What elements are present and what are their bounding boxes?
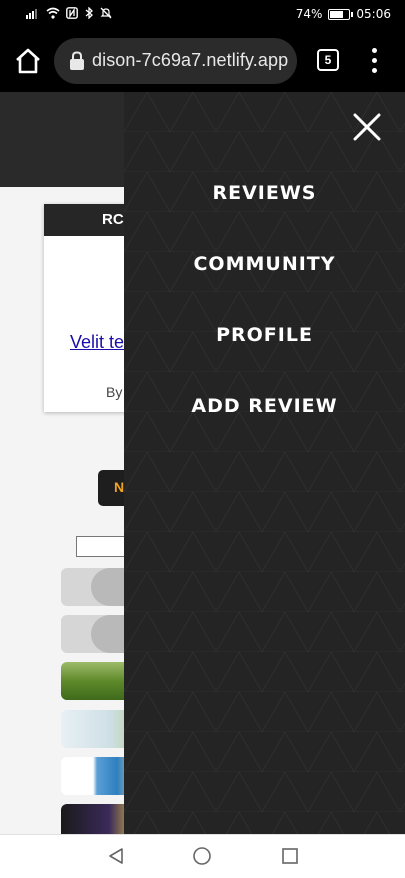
menu-dot bbox=[372, 68, 377, 73]
lock-icon bbox=[70, 51, 84, 70]
status-icons-left bbox=[26, 7, 112, 19]
tab-count: 5 bbox=[324, 53, 332, 67]
battery-fill bbox=[330, 10, 343, 18]
menu-dot bbox=[372, 48, 377, 53]
close-icon[interactable] bbox=[352, 112, 382, 142]
review-card-byline: By bbox=[106, 384, 123, 400]
menu-dot bbox=[372, 58, 377, 63]
back-icon[interactable] bbox=[106, 846, 126, 866]
mute-icon bbox=[100, 7, 112, 19]
tabs-icon[interactable]: 5 bbox=[317, 49, 339, 71]
android-navigation-bar bbox=[0, 834, 405, 878]
address-bar[interactable]: dison-7c69a7.netlify.app bbox=[54, 38, 297, 84]
nav-item-profile[interactable]: PROFILE bbox=[124, 324, 405, 346]
status-bar: 74% 05:06 bbox=[0, 0, 405, 30]
bluetooth-icon bbox=[85, 7, 93, 19]
browser-toolbar: dison-7c69a7.netlify.app 5 bbox=[0, 30, 405, 92]
nav-item-add-review[interactable]: ADD REVIEW bbox=[124, 395, 405, 417]
status-icons-right: 74% 05:06 bbox=[296, 7, 391, 21]
nav-item-reviews[interactable]: REVIEWS bbox=[124, 182, 405, 204]
clock: 05:06 bbox=[356, 7, 391, 21]
url-text: dison-7c69a7.netlify.app bbox=[92, 50, 289, 70]
nfc-icon bbox=[66, 7, 78, 19]
recent-apps-icon[interactable] bbox=[280, 846, 300, 866]
wifi-icon bbox=[46, 7, 60, 19]
home-circle-icon[interactable] bbox=[192, 846, 212, 866]
review-card-link[interactable]: Velit te bbox=[70, 332, 124, 353]
signal-icon bbox=[26, 9, 37, 19]
overflow-menu-icon[interactable] bbox=[366, 48, 382, 74]
battery-icon bbox=[328, 8, 354, 20]
home-icon[interactable] bbox=[14, 47, 42, 75]
battery-percent: 74% bbox=[295, 7, 323, 21]
nav-item-community[interactable]: COMMUNITY bbox=[124, 253, 405, 275]
